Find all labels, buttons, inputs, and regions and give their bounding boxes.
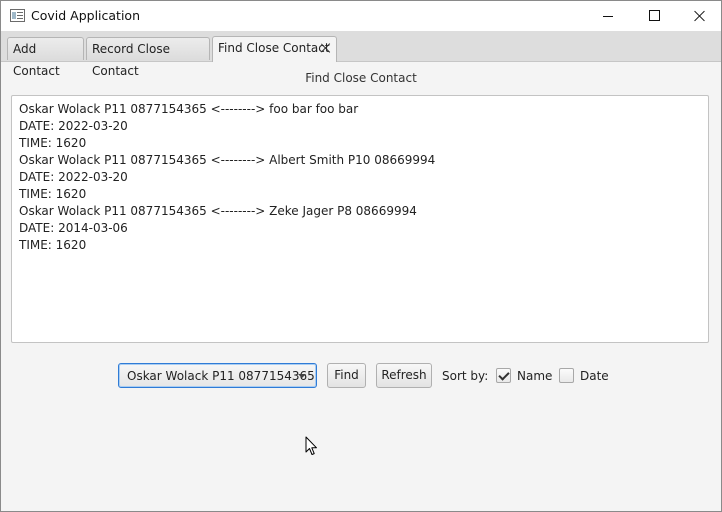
person-select-dropdown[interactable]: Oskar Wolack P11 0877154365: [118, 363, 317, 388]
chevron-down-icon: [298, 374, 306, 378]
sort-name-checkbox[interactable]: [496, 368, 511, 383]
result-line: Oskar Wolack P11 0877154365 <--------> f…: [19, 102, 359, 116]
result-line: TIME: 1620: [19, 187, 87, 201]
result-line: DATE: 2014-03-06: [19, 221, 128, 235]
checkmark-icon: [498, 369, 510, 381]
window-title: Covid Application: [31, 8, 140, 23]
sort-date-checkbox[interactable]: [559, 368, 574, 383]
result-line: DATE: 2022-03-20: [19, 119, 128, 133]
mouse-pointer-icon: [305, 436, 317, 455]
tab-add-contact[interactable]: Add Contact: [7, 37, 84, 78]
tab-record-close-contact[interactable]: Record Close Contact: [86, 37, 210, 78]
app-window-icon: [10, 9, 25, 22]
result-line: TIME: 1620: [19, 136, 87, 150]
tab-label: Find Close Contact: [218, 41, 330, 55]
result-line: DATE: 2022-03-20: [19, 170, 128, 184]
person-select-value: Oskar Wolack P11 0877154365: [127, 369, 315, 383]
sort-date-label[interactable]: Date: [580, 369, 609, 383]
minimize-button[interactable]: [585, 1, 631, 31]
sort-by-label: Sort by:: [442, 369, 489, 383]
tab-bar: Add Contact Record Close Contact Find Cl…: [1, 31, 721, 78]
result-line: Oskar Wolack P11 0877154365 <--------> Z…: [19, 204, 417, 218]
close-window-button[interactable]: [677, 1, 721, 31]
tab-close-icon[interactable]: [321, 43, 331, 53]
find-button[interactable]: Find: [327, 363, 366, 388]
refresh-button[interactable]: Refresh: [376, 363, 432, 388]
result-line: TIME: 1620: [19, 238, 87, 252]
tab-find-close-contact[interactable]: Find Close Contact: [212, 36, 337, 62]
sort-name-label[interactable]: Name: [517, 369, 552, 383]
result-line: Oskar Wolack P11 0877154365 <--------> A…: [19, 153, 436, 167]
section-title: Find Close Contact: [305, 71, 417, 85]
results-text-area[interactable]: Oskar Wolack P11 0877154365 <--------> f…: [11, 95, 709, 343]
maximize-button[interactable]: [631, 1, 677, 31]
title-bar[interactable]: Covid Application: [1, 1, 721, 31]
